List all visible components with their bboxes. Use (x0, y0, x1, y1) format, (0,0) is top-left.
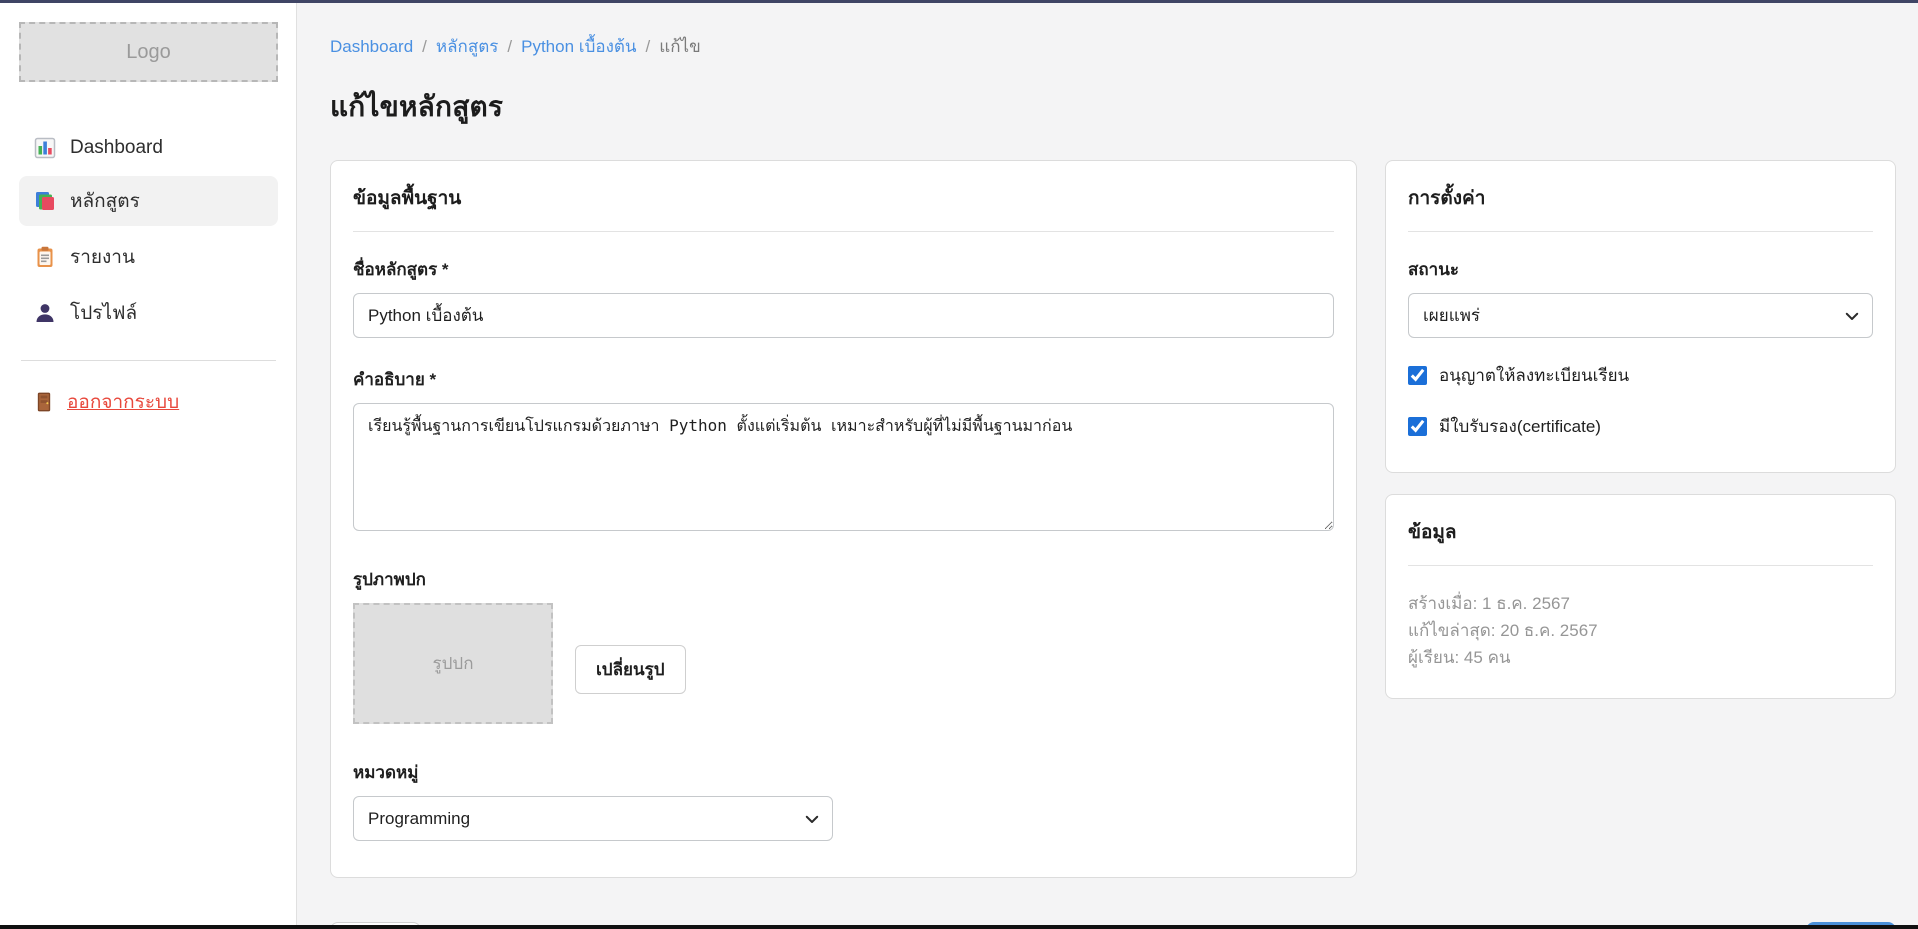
breadcrumb-current: แก้ไข (659, 33, 700, 60)
logout-label: ออกจากระบบ (67, 387, 179, 417)
sidebar-nav: Dashboard หลักสูตร (19, 126, 278, 338)
course-name-label: ชื่อหลักสูตร * (353, 256, 1334, 283)
breadcrumb-separator: / (646, 37, 651, 57)
bar-chart-icon (33, 136, 57, 160)
breadcrumb-link-course[interactable]: Python เบื้องต้น (521, 33, 636, 60)
card-divider (353, 231, 1334, 232)
status-select[interactable]: เผยแพร่ (1408, 293, 1873, 338)
description-group: คำอธิบาย * เรียนรู้พื้นฐานการเขียนโปรแกร… (353, 366, 1334, 536)
settings-card: การตั้งค่า สถานะ เผยแพร่ (1385, 160, 1896, 473)
person-icon (33, 301, 57, 325)
student-count-text: ผู้เรียน: 45 คน (1408, 644, 1873, 671)
certificate-checkbox[interactable] (1408, 417, 1427, 436)
category-select-wrap: Programming (353, 796, 833, 841)
sidebar-divider (21, 360, 276, 361)
breadcrumb-separator: / (507, 37, 512, 57)
certificate-checkbox-row: มีใบรับรอง(certificate) (1408, 413, 1873, 440)
status-label: สถานะ (1408, 256, 1873, 283)
basic-info-card-title: ข้อมูลพื้นฐาน (353, 183, 1334, 213)
sidebar-item-reports[interactable]: รายงาน (19, 232, 278, 282)
window-bottom-edge (0, 925, 1918, 929)
clipboard-icon (33, 245, 57, 269)
info-card-title: ข้อมูล (1408, 517, 1873, 547)
status-group: สถานะ เผยแพร่ (1408, 256, 1873, 338)
cover-upload-row: รูปปก เปลี่ยนรูป (353, 603, 1334, 724)
right-column: การตั้งค่า สถานะ เผยแพร่ (1385, 160, 1896, 878)
sidebar-item-label: โปรไฟล์ (70, 298, 137, 328)
category-label: หมวดหมู่ (353, 759, 1334, 786)
description-label: คำอธิบาย * (353, 366, 1334, 393)
enroll-checkbox-label: อนุญาตให้ลงทะเบียนเรียน (1439, 362, 1629, 389)
category-select[interactable]: Programming (353, 796, 833, 841)
books-icon (33, 189, 57, 213)
course-name-input[interactable] (353, 293, 1334, 338)
certificate-checkbox-label: มีใบรับรอง(certificate) (1439, 413, 1601, 440)
sidebar-item-label: Dashboard (70, 137, 163, 159)
change-image-button[interactable]: เปลี่ยนรูป (575, 645, 686, 694)
breadcrumb-link-courses[interactable]: หลักสูตร (436, 33, 498, 60)
sidebar-item-courses[interactable]: หลักสูตร (19, 176, 278, 226)
cover-image-label: รูปภาพปก (353, 566, 1334, 593)
cover-placeholder-text: รูปปก (432, 650, 473, 677)
card-divider (1408, 231, 1873, 232)
sidebar-item-profile[interactable]: โปรไฟล์ (19, 288, 278, 338)
course-name-group: ชื่อหลักสูตร * (353, 256, 1334, 338)
info-card: ข้อมูล สร้างเมื่อ: 1 ธ.ค. 2567 แก้ไขล่าส… (1385, 494, 1896, 699)
logo-placeholder: Logo (19, 22, 278, 82)
enroll-checkbox-row: อนุญาตให้ลงทะเบียนเรียน (1408, 362, 1873, 389)
breadcrumb-separator: / (422, 37, 427, 57)
door-icon (33, 391, 55, 413)
card-divider (1408, 565, 1873, 566)
cover-image-placeholder: รูปปก (353, 603, 553, 724)
sidebar-item-label: หลักสูตร (70, 186, 140, 216)
sidebar-item-dashboard[interactable]: Dashboard (19, 126, 278, 170)
description-textarea[interactable]: เรียนรู้พื้นฐานการเขียนโปรแกรมด้วยภาษา P… (353, 403, 1334, 531)
enroll-checkbox[interactable] (1408, 366, 1427, 385)
page-title: แก้ไขหลักสูตร (330, 85, 1897, 129)
content-columns: ข้อมูลพื้นฐาน ชื่อหลักสูตร * คำอธิบาย * … (330, 160, 1896, 878)
updated-date-text: แก้ไขล่าสุด: 20 ธ.ค. 2567 (1408, 617, 1873, 644)
main-content: Dashboard / หลักสูตร / Python เบื้องต้น … (297, 3, 1918, 925)
basic-info-card: ข้อมูลพื้นฐาน ชื่อหลักสูตร * คำอธิบาย * … (330, 160, 1357, 878)
settings-card-title: การตั้งค่า (1408, 183, 1873, 213)
created-date-text: สร้างเมื่อ: 1 ธ.ค. 2567 (1408, 590, 1873, 617)
status-select-wrap: เผยแพร่ (1408, 293, 1873, 338)
sidebar-item-label: รายงาน (70, 242, 135, 272)
logo-text: Logo (126, 41, 171, 64)
breadcrumb-link-dashboard[interactable]: Dashboard (330, 37, 413, 57)
app-root: Logo Dashboard หลักสูตร (0, 3, 1918, 925)
breadcrumb: Dashboard / หลักสูตร / Python เบื้องต้น … (330, 33, 1897, 60)
sidebar: Logo Dashboard หลักสูตร (0, 3, 297, 925)
logout-link[interactable]: ออกจากระบบ (19, 387, 278, 417)
